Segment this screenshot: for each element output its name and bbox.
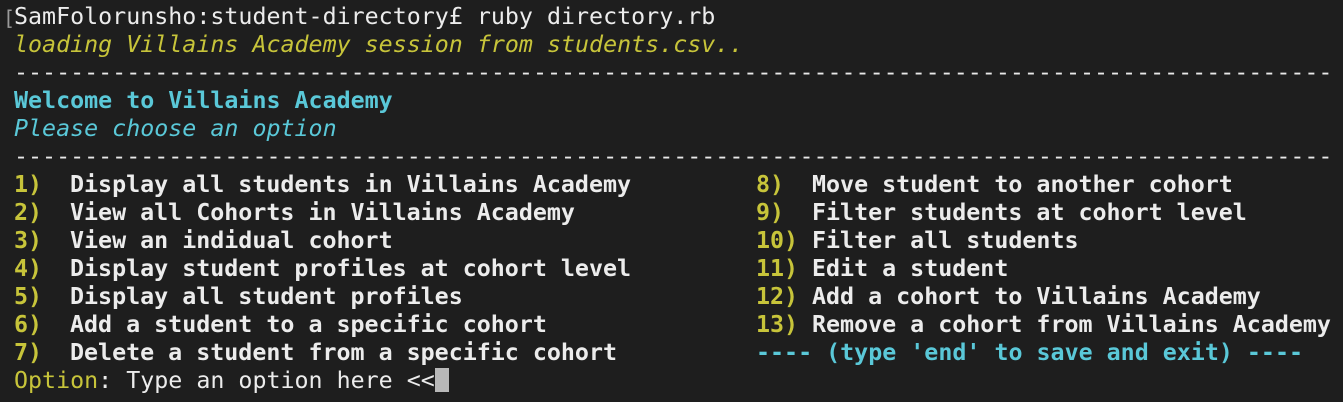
menu-row: 3) View an indidual cohort 10) Filter al… bbox=[14, 227, 1343, 255]
menu-item-move-student[interactable]: Move student to another cohort bbox=[812, 171, 1233, 199]
loading-message: loading Villains Academy session from st… bbox=[14, 31, 744, 58]
menu-number: 7) bbox=[14, 339, 43, 366]
menu-number: 11) bbox=[756, 255, 799, 282]
terminal-window: [ SamFolorunsho:student-directory£ ruby … bbox=[0, 0, 1343, 402]
menu-item-remove-cohort[interactable]: Remove a cohort from Villains Academy bbox=[812, 311, 1331, 339]
menu-number: 4) bbox=[14, 255, 43, 282]
menu-number: 8) bbox=[756, 171, 785, 198]
divider-bottom: ----------------------------------------… bbox=[14, 143, 1333, 170]
menu: 1) Display all students in Villains Acad… bbox=[14, 171, 1343, 367]
menu-item-display-all-students[interactable]: Display all students in Villains Academy bbox=[70, 171, 631, 199]
menu-item-delete-student[interactable]: Delete a student from a specific cohort bbox=[70, 339, 617, 367]
menu-number: 10) bbox=[756, 227, 799, 254]
menu-number: 6) bbox=[14, 311, 43, 338]
menu-number: 5) bbox=[14, 283, 43, 310]
option-input-line[interactable]: Option: Type an option here << bbox=[14, 367, 1343, 395]
menu-number: 3) bbox=[14, 227, 43, 254]
text-cursor[interactable] bbox=[434, 368, 449, 392]
exit-hint: ---- (type 'end' to save and exit) ---- bbox=[756, 339, 1304, 366]
menu-item-all-profiles[interactable]: Display all student profiles bbox=[70, 283, 463, 311]
menu-row: 1) Display all students in Villains Acad… bbox=[14, 171, 1343, 199]
menu-row: 2) View all Cohorts in Villains Academy … bbox=[14, 199, 1343, 227]
menu-item-add-student[interactable]: Add a student to a specific cohort bbox=[70, 311, 547, 339]
menu-row: 4) Display student profiles at cohort le… bbox=[14, 255, 1343, 283]
line-marker: [ bbox=[3, 6, 16, 30]
command-line: SamFolorunsho:student-directory£ ruby di… bbox=[14, 3, 716, 30]
menu-row: 7) Delete a student from a specific coho… bbox=[14, 339, 1343, 367]
option-prompt-text: : Type an option here << bbox=[98, 367, 435, 394]
choose-prompt: Please choose an option bbox=[14, 115, 337, 142]
menu-number: 13) bbox=[756, 311, 799, 338]
menu-item-filter-cohort-level[interactable]: Filter students at cohort level bbox=[812, 199, 1247, 227]
menu-row: 5) Display all student profiles 12) Add … bbox=[14, 283, 1343, 311]
option-label: Option bbox=[14, 367, 99, 394]
menu-number: 1) bbox=[14, 171, 43, 198]
menu-number: 12) bbox=[756, 283, 799, 310]
menu-row: 6) Add a student to a specific cohort 13… bbox=[14, 311, 1343, 339]
menu-item-profiles-cohort-level[interactable]: Display student profiles at cohort level bbox=[70, 255, 631, 283]
menu-item-add-cohort[interactable]: Add a cohort to Villains Academy bbox=[812, 283, 1261, 311]
menu-item-filter-all[interactable]: Filter all students bbox=[812, 227, 1079, 255]
menu-item-view-all-cohorts[interactable]: View all Cohorts in Villains Academy bbox=[70, 199, 575, 227]
divider-top: ----------------------------------------… bbox=[14, 59, 1333, 86]
menu-number: 9) bbox=[756, 199, 785, 226]
menu-item-view-cohort[interactable]: View an indidual cohort bbox=[70, 227, 393, 255]
menu-item-edit-student[interactable]: Edit a student bbox=[812, 255, 1008, 283]
menu-number: 2) bbox=[14, 199, 43, 226]
welcome-heading: Welcome to Villains Academy bbox=[14, 87, 393, 114]
